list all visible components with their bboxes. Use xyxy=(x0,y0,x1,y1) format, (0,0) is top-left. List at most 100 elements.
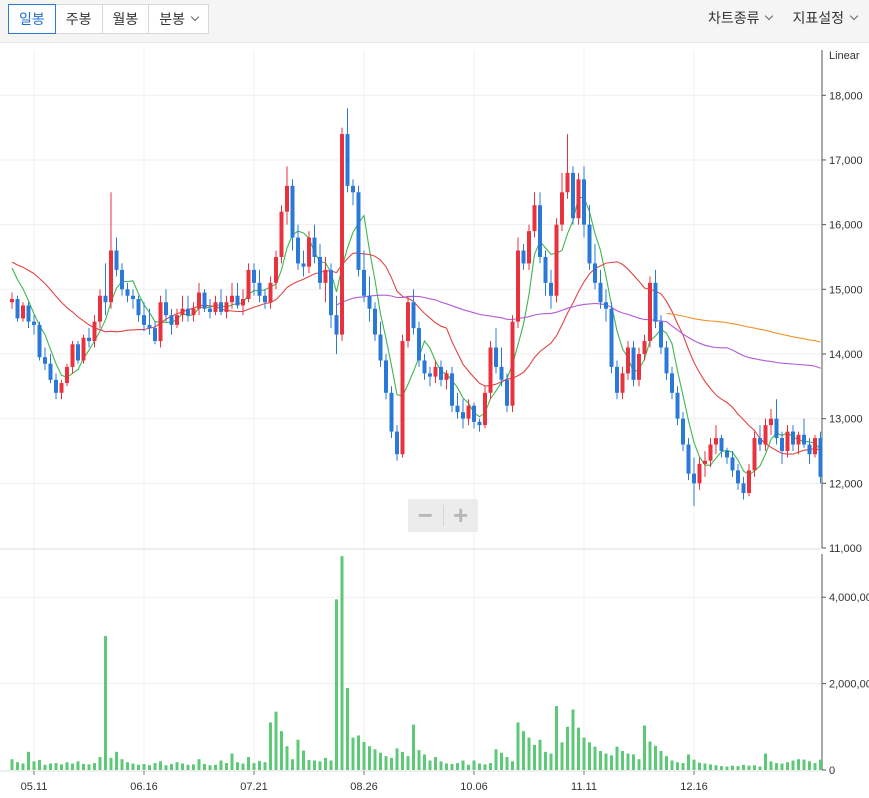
candle-body xyxy=(488,347,493,393)
volume-bar xyxy=(280,731,283,770)
zoom-in-button[interactable]: + xyxy=(443,499,478,532)
volume-bar xyxy=(208,765,212,770)
volume-bar xyxy=(340,556,344,770)
candle-body xyxy=(120,269,124,290)
volume-bar xyxy=(170,763,173,770)
period-daily-button[interactable]: 일봉 xyxy=(8,4,56,34)
volume-bar xyxy=(192,764,195,770)
volume-bar xyxy=(566,726,569,770)
volume-bar xyxy=(626,753,630,770)
indicator-settings-dropdown[interactable]: 지표설정 xyxy=(782,4,867,32)
chart-options: 차트종류 지표설정 xyxy=(698,4,867,32)
volume-bar xyxy=(445,763,448,770)
axis-labels: 11,000 12,000 13,000 14,000 15,000 16,000 17,0… xyxy=(21,90,869,793)
volume-bar xyxy=(461,760,465,770)
volume-bar xyxy=(181,763,184,770)
ma5-line xyxy=(11,196,821,476)
volume-bar xyxy=(27,751,30,770)
volume-bar xyxy=(324,757,327,770)
candle-body xyxy=(340,134,344,335)
volume-bar xyxy=(714,765,718,770)
candle-body xyxy=(703,460,707,464)
chart-type-label: 차트종류 xyxy=(707,10,760,26)
candle-body xyxy=(675,392,680,419)
volume-bar xyxy=(368,746,371,770)
candle-body xyxy=(648,282,652,342)
volume-bar xyxy=(791,760,795,770)
moving-average-lines xyxy=(11,196,821,476)
volume-tick-label: 0 xyxy=(829,765,835,777)
volume-bar xyxy=(731,765,734,770)
volume-bar xyxy=(758,766,762,770)
candle-body xyxy=(65,366,69,384)
candle-body xyxy=(323,269,328,283)
candle-body xyxy=(769,418,773,426)
candle-body xyxy=(620,373,625,393)
period-weekly-button[interactable]: 주봉 xyxy=(55,4,103,34)
candle-body xyxy=(21,305,25,319)
candle-body xyxy=(813,438,817,455)
price-tick-label: 15,000 xyxy=(829,284,863,296)
candle-body xyxy=(235,295,240,306)
chart-type-dropdown[interactable]: 차트종류 xyxy=(698,4,783,32)
volume-bar xyxy=(725,766,729,770)
volume-bar xyxy=(654,745,657,770)
chart-grid xyxy=(0,50,822,771)
volume-bar xyxy=(681,763,685,770)
price-tick-label: 12,000 xyxy=(829,478,863,490)
volume-bar xyxy=(384,756,388,770)
volume-bar xyxy=(747,765,751,770)
candle-body xyxy=(268,282,273,303)
price-tick-label: 17,000 xyxy=(829,155,863,167)
volume-bar xyxy=(10,759,14,770)
candle-body xyxy=(406,302,410,342)
candle-body xyxy=(70,344,75,367)
candle-body xyxy=(587,224,592,264)
candle-body xyxy=(521,250,526,264)
volume-bar xyxy=(665,756,668,770)
candle-body xyxy=(142,315,146,325)
volume-bar xyxy=(494,749,498,770)
candle-body xyxy=(48,363,53,380)
volume-bar xyxy=(247,757,250,770)
candle-body xyxy=(604,302,608,309)
volume-bar xyxy=(582,737,586,770)
candle-body xyxy=(32,321,36,325)
chevron-down-icon xyxy=(190,12,200,22)
candle-body xyxy=(422,360,427,374)
volume-bar xyxy=(120,759,124,770)
candle-body xyxy=(532,205,537,232)
candle-body xyxy=(378,334,383,361)
indicator-settings-label: 지표설정 xyxy=(792,10,844,26)
volume-bar xyxy=(373,749,377,770)
candle-body xyxy=(131,295,135,299)
volume-bar xyxy=(87,764,91,770)
candle-body xyxy=(345,134,350,186)
volume-bar xyxy=(104,636,107,770)
stock-chart[interactable]: Linear 11,000 12,000 13,000 14,000 15,000 16,… xyxy=(0,42,869,798)
candle-body xyxy=(362,269,366,296)
volume-bar xyxy=(544,751,547,770)
volume-bar xyxy=(313,760,316,770)
zoom-out-button[interactable]: − xyxy=(408,499,443,532)
candle-body xyxy=(758,438,762,445)
volume-bar xyxy=(780,763,784,770)
volume-bar xyxy=(93,763,96,770)
candle-body xyxy=(356,192,361,270)
candle-body xyxy=(301,263,306,267)
time-tick-label: 08.26 xyxy=(350,781,378,793)
candle-body xyxy=(736,470,740,484)
volume-bar xyxy=(456,763,459,770)
period-minute-dropdown[interactable]: 분봉 xyxy=(149,4,210,34)
candle-body xyxy=(307,237,311,267)
volume-bar xyxy=(115,751,118,770)
candle-body xyxy=(752,438,757,471)
period-monthly-button[interactable]: 월봉 xyxy=(102,4,150,34)
candle-body xyxy=(81,337,86,361)
candle-body xyxy=(747,470,751,494)
candle-body xyxy=(670,373,674,393)
candle-body xyxy=(708,444,713,461)
volume-bar xyxy=(472,760,476,770)
candle-body xyxy=(510,321,515,406)
time-tick-label: 10.06 xyxy=(460,781,488,793)
